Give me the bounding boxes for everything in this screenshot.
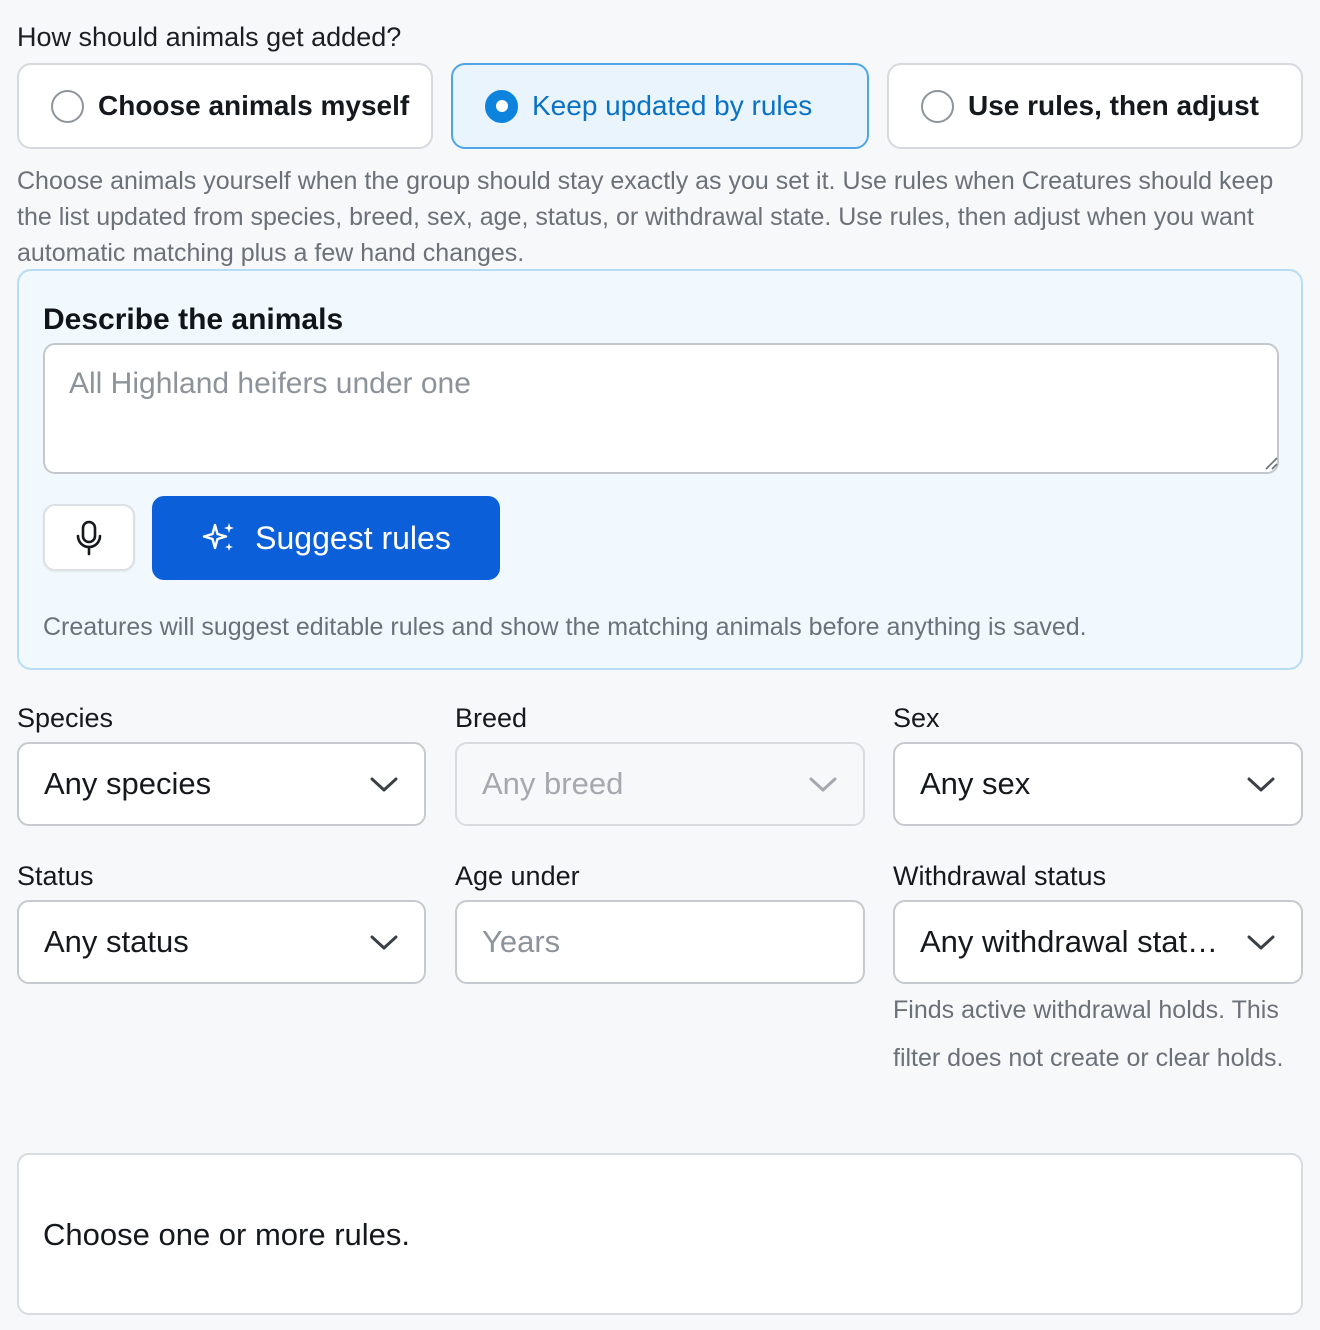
radio-choose-myself[interactable]	[51, 89, 84, 123]
suggest-note: Creatures will suggest editable rules an…	[43, 613, 1087, 641]
sex-value: Any sex	[920, 766, 1031, 801]
chevron-down-icon	[1247, 777, 1275, 792]
describe-title: Describe the animals	[43, 303, 344, 336]
resize-grip-icon[interactable]	[1262, 454, 1278, 470]
species-select[interactable]: Any species	[17, 742, 426, 826]
mode-label: Choose animals myself	[98, 90, 410, 121]
mode-help-text: Choose animals yourself when the group s…	[17, 167, 1274, 267]
describe-textarea[interactable]	[43, 343, 1279, 474]
age-under-input[interactable]: Years	[455, 900, 865, 984]
status-label: Status	[17, 861, 94, 891]
chevron-down-icon	[370, 777, 398, 792]
breed-value: Any breed	[482, 766, 624, 801]
species-value: Any species	[44, 766, 212, 801]
withdrawal-note: Finds active withdrawal holds. This filt…	[893, 996, 1284, 1072]
age-under-label: Age under	[455, 861, 580, 891]
species-label: Species	[17, 703, 114, 733]
withdrawal-select[interactable]: Any withdrawal stat…	[893, 900, 1303, 984]
describe-panel: Describe the animals Suggest rules Creat…	[17, 269, 1303, 670]
status-value: Any status	[44, 924, 189, 959]
rules-empty-state: Choose one or more rules.	[17, 1153, 1303, 1315]
sparkle-icon	[202, 523, 235, 551]
withdrawal-value: Any withdrawal stat…	[920, 924, 1219, 959]
radio-rules-then-adjust[interactable]	[921, 89, 954, 123]
mode-option-rules-then-adjust[interactable]: Use rules, then adjust	[887, 63, 1303, 149]
suggest-rules-button[interactable]: Suggest rules	[152, 496, 500, 580]
sex-label: Sex	[893, 703, 940, 733]
status-select[interactable]: Any status	[17, 900, 426, 984]
chevron-down-icon	[370, 935, 398, 950]
sex-select[interactable]: Any sex	[893, 742, 1303, 826]
chevron-down-icon	[809, 777, 837, 792]
question-label: How should animals get added?	[17, 22, 402, 52]
radio-keep-updated[interactable]	[485, 89, 518, 123]
mode-option-choose-myself[interactable]: Choose animals myself	[17, 63, 433, 149]
empty-state-text: Choose one or more rules.	[43, 1217, 411, 1252]
microphone-icon	[76, 520, 102, 555]
breed-select[interactable]: Any breed	[455, 742, 865, 826]
chevron-down-icon	[1247, 935, 1275, 950]
mode-label: Use rules, then adjust	[968, 90, 1259, 121]
mode-option-keep-updated[interactable]: Keep updated by rules	[451, 63, 869, 149]
microphone-button[interactable]	[43, 504, 135, 571]
mode-label: Keep updated by rules	[532, 90, 813, 121]
suggest-rules-label: Suggest rules	[255, 519, 451, 556]
breed-label: Breed	[455, 703, 528, 733]
withdrawal-label: Withdrawal status	[893, 861, 1107, 891]
